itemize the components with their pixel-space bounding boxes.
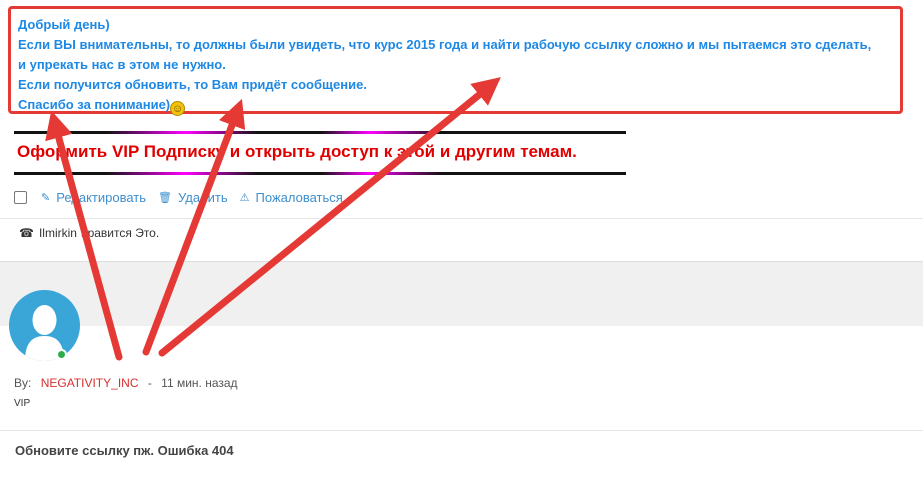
notice-line: и упрекать нас в этом не нужно. bbox=[18, 57, 226, 72]
meta-separator: - bbox=[147, 376, 152, 390]
post-time[interactable]: 11 мин. назад bbox=[161, 376, 237, 390]
vip-subscribe-banner[interactable]: Оформить VIP Подписку и открыть доступ к… bbox=[14, 131, 626, 175]
notice-thanks-text: Спасибо за понимание) bbox=[18, 97, 171, 112]
vip-subscribe-link[interactable]: Оформить VIP Подписку и открыть доступ к… bbox=[17, 142, 577, 162]
likes-text: нравится Это. bbox=[80, 226, 160, 240]
notice-thanks: Спасибо за понимание) ☺ bbox=[18, 95, 893, 116]
likes-bar: ☎ Ilmirkin нравится Это. bbox=[0, 218, 923, 262]
report-button[interactable]: ⚠ Пожаловаться bbox=[240, 190, 343, 205]
admin-notice-box: Добрый день) Если ВЫ внимательны, то дол… bbox=[8, 6, 903, 116]
edit-icon: ✎ bbox=[41, 192, 51, 204]
online-status-dot bbox=[56, 349, 67, 360]
user-rank: VIP bbox=[14, 398, 31, 409]
notice-greeting: Добрый день) bbox=[18, 17, 110, 32]
by-label: By: bbox=[14, 376, 32, 390]
like-user-link[interactable]: Ilmirkin bbox=[39, 226, 77, 240]
post-actions: ✎ Редактировать 🗑 Удалить ⚠ Пожаловаться bbox=[14, 190, 355, 205]
notice-line: Если получится обновить, то Вам придёт с… bbox=[18, 77, 367, 92]
author-link[interactable]: NEGATIVITY_INC bbox=[41, 376, 139, 390]
report-label: Пожаловаться bbox=[255, 190, 343, 205]
edit-button[interactable]: ✎ Редактировать bbox=[41, 190, 146, 205]
warning-icon: ⚠ bbox=[239, 192, 250, 204]
post-meta: By: NEGATIVITY_INC - 11 мин. назад bbox=[14, 376, 238, 390]
user-silhouette-icon bbox=[25, 305, 64, 361]
phone-icon: ☎ bbox=[19, 226, 34, 240]
delete-label: Удалить bbox=[178, 190, 228, 205]
notice-line: Если ВЫ внимательны, то должны были увид… bbox=[18, 37, 872, 52]
trash-icon: 🗑 bbox=[158, 192, 172, 204]
post-content: Обновите ссылку пж. Ошибка 404 bbox=[15, 443, 234, 458]
delete-button[interactable]: 🗑 Удалить bbox=[158, 190, 228, 205]
banner-bottom-border bbox=[14, 172, 626, 175]
edit-label: Редактировать bbox=[56, 190, 147, 205]
smile-emoji-icon: ☺ bbox=[170, 101, 186, 116]
avatar[interactable] bbox=[9, 290, 80, 361]
post-separator bbox=[0, 262, 923, 326]
banner-top-border bbox=[14, 131, 626, 134]
select-post-checkbox[interactable] bbox=[14, 191, 27, 204]
divider bbox=[0, 430, 923, 431]
